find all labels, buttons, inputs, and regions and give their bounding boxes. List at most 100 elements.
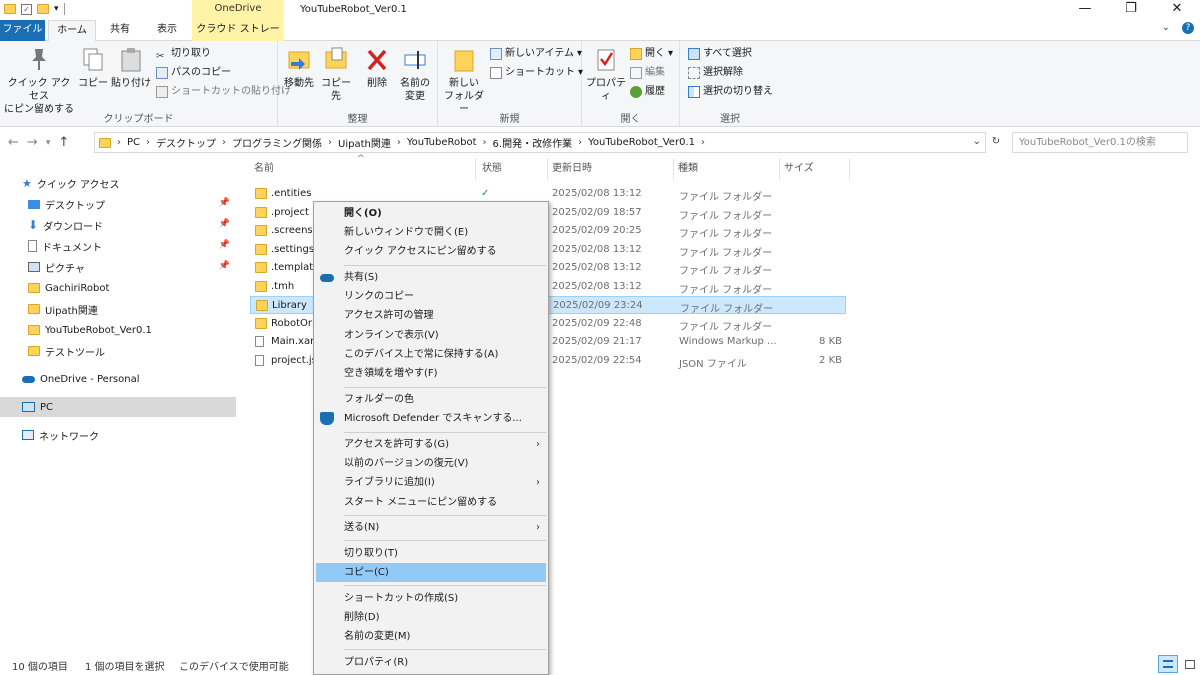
copy-path-button[interactable]: パスのコピー: [156, 64, 231, 82]
history-label: 履歴: [645, 86, 665, 97]
recent-locations-icon[interactable]: ▾: [46, 135, 51, 151]
invert-selection-button[interactable]: 選択の切り替え: [688, 83, 773, 101]
minimize-button[interactable]: —: [1062, 0, 1108, 20]
menu-item-copy[interactable]: コピー(C): [316, 563, 546, 582]
download-icon: ⬇: [28, 218, 39, 232]
properties-label: プロパティ: [586, 78, 626, 102]
column-header-name[interactable]: 名前: [250, 158, 476, 180]
address-bar[interactable]: › PC › デスクトップ › プログラミング関係 › Uipath関連 › YouTu…: [94, 132, 986, 153]
menu-item-rename[interactable]: 名前の変更(M): [316, 627, 546, 646]
sidebar-item-uipath[interactable]: Uipath関連: [0, 299, 236, 319]
close-button[interactable]: ✕: [1154, 0, 1200, 20]
up-icon[interactable]: ↑: [58, 135, 69, 151]
refresh-icon[interactable]: ↻: [987, 132, 1005, 153]
menu-item-open[interactable]: 開く(O): [316, 204, 546, 223]
properties-qat-icon[interactable]: ✓: [21, 3, 32, 15]
maximize-button[interactable]: ❐: [1108, 0, 1154, 20]
sidebar-pc[interactable]: PC: [0, 397, 236, 417]
details-view-button[interactable]: [1158, 655, 1178, 673]
properties-button[interactable]: プロパティ: [586, 47, 626, 103]
menu-item-open-new-window[interactable]: 新しいウィンドウで開く(E): [316, 223, 546, 242]
menu-item-view-online[interactable]: オンラインで表示(V): [316, 326, 546, 345]
history-icon: [630, 86, 642, 98]
tab-share[interactable]: 共有: [98, 20, 142, 41]
forward-icon[interactable]: →: [27, 135, 38, 151]
breadcrumb-separator: ›: [146, 137, 151, 148]
menu-item-cut[interactable]: 切り取り(T): [316, 544, 546, 563]
search-input[interactable]: YouTubeRobot_Ver0.1の検索: [1012, 132, 1188, 153]
tab-file[interactable]: ファイル: [0, 20, 45, 41]
paste-shortcut-button[interactable]: ショートカットの貼り付け: [156, 83, 291, 101]
sidebar-item-testtools[interactable]: テストツール: [0, 341, 236, 361]
help-icon[interactable]: ?: [1182, 22, 1194, 34]
pin-quick-access-button[interactable]: クイック アクセス にピン留めする: [4, 47, 74, 116]
cut-button[interactable]: ✂ 切り取り: [156, 45, 211, 63]
new-folder-button[interactable]: 新しい フォルダー: [442, 47, 486, 116]
defender-shield-icon: [320, 412, 334, 425]
sidebar-item-documents[interactable]: ドキュメント 📌: [0, 236, 236, 256]
sidebar-item-desktop[interactable]: デスクトップ 📌: [0, 194, 236, 214]
menu-item-manage-access[interactable]: アクセス許可の管理: [316, 306, 546, 325]
onedrive-context-header: OneDrive: [192, 0, 284, 20]
invert-selection-icon: [688, 86, 700, 98]
new-item-button[interactable]: 新しいアイテム ▾: [490, 45, 582, 63]
breadcrumb-desktop[interactable]: デスクトップ: [156, 135, 216, 150]
menu-item-add-to-library[interactable]: ライブラリに追加(I) ›: [316, 473, 546, 492]
folder-icon: [4, 4, 16, 14]
menu-item-give-access[interactable]: アクセスを許可する(G) ›: [316, 435, 546, 454]
copy-button[interactable]: コピー: [78, 47, 108, 90]
menu-item-restore-versions[interactable]: 以前のバージョンの復元(V): [316, 454, 546, 473]
paste-button[interactable]: 貼り付け: [110, 47, 152, 90]
back-icon[interactable]: ←: [8, 135, 19, 151]
sidebar-network[interactable]: ネットワーク: [0, 425, 236, 445]
column-header-type[interactable]: 種類: [674, 158, 780, 180]
customize-qat-icon[interactable]: ▾: [54, 4, 59, 14]
breadcrumb-pc[interactable]: PC: [127, 137, 140, 148]
column-header-size[interactable]: サイズ: [780, 158, 850, 180]
menu-item-free-up-space[interactable]: 空き領域を増やす(F): [316, 364, 546, 383]
breadcrumb-uipath[interactable]: Uipath関連: [338, 135, 391, 150]
sidebar-item-downloads[interactable]: ⬇ ダウンロード 📌: [0, 215, 236, 235]
address-dropdown-icon[interactable]: ⌄: [973, 136, 981, 147]
select-none-button[interactable]: 選択解除: [688, 64, 743, 82]
sidebar-item-youtuberobot[interactable]: YouTubeRobot_Ver0.1: [0, 320, 236, 340]
column-header-status[interactable]: 状態: [478, 158, 548, 180]
menu-item-pin-quick-access[interactable]: クイック アクセスにピン留めする: [316, 242, 546, 261]
breadcrumb-dev[interactable]: 6.開発・改修作業: [493, 135, 573, 150]
menu-item-create-shortcut[interactable]: ショートカットの作成(S): [316, 589, 546, 608]
sidebar-item-gachirirobot[interactable]: GachiriRobot: [0, 278, 236, 298]
menu-item-always-keep[interactable]: このデバイス上で常に保持する(A): [316, 345, 546, 364]
tab-cloud-storage[interactable]: クラウド ストレージ: [192, 20, 284, 55]
select-all-button[interactable]: すべて選択: [688, 45, 752, 63]
sidebar-quick-access[interactable]: ★ クイック アクセス: [0, 173, 236, 193]
edit-button[interactable]: 編集: [630, 64, 665, 82]
large-icons-view-button[interactable]: [1180, 655, 1200, 673]
menu-item-folder-color[interactable]: フォルダーの色: [316, 390, 546, 409]
breadcrumb-current[interactable]: YouTubeRobot_Ver0.1: [588, 137, 695, 148]
breadcrumb-programming[interactable]: プログラミング関係: [232, 135, 322, 150]
menu-item-send-to[interactable]: 送る(N) ›: [316, 518, 546, 537]
menu-separator: [344, 540, 546, 541]
breadcrumb-youtuberobot[interactable]: YouTubeRobot: [407, 137, 477, 148]
open-button[interactable]: 開く ▾: [630, 45, 673, 63]
scissors-icon: ✂: [156, 51, 165, 62]
menu-item-pin-start[interactable]: スタート メニューにピン留めする: [316, 493, 546, 512]
tab-view[interactable]: 表示: [145, 20, 189, 41]
history-button[interactable]: 履歴: [630, 83, 665, 101]
delete-button[interactable]: 削除: [362, 47, 392, 90]
menu-item-share[interactable]: 共有(S): [316, 268, 546, 287]
menu-separator: [344, 649, 546, 650]
rename-button[interactable]: 名前の 変更: [396, 47, 434, 103]
sidebar-item-pictures[interactable]: ピクチャ 📌: [0, 257, 236, 277]
sidebar-onedrive[interactable]: OneDrive - Personal: [0, 369, 236, 389]
menu-item-copy-link[interactable]: リンクのコピー: [316, 287, 546, 306]
new-folder-qat-icon[interactable]: [37, 4, 49, 14]
column-header-date[interactable]: 更新日時: [548, 158, 674, 180]
move-to-button[interactable]: 移動先: [282, 47, 316, 90]
tab-home[interactable]: ホーム: [48, 20, 96, 41]
collapse-ribbon-icon[interactable]: ⌄: [1162, 22, 1170, 34]
copy-to-button[interactable]: コピー先: [318, 47, 354, 103]
menu-item-delete[interactable]: 削除(D): [316, 608, 546, 627]
menu-item-defender-scan[interactable]: Microsoft Defender でスキャンする...: [316, 409, 546, 428]
easy-access-button[interactable]: ショートカット ▾: [490, 64, 583, 82]
